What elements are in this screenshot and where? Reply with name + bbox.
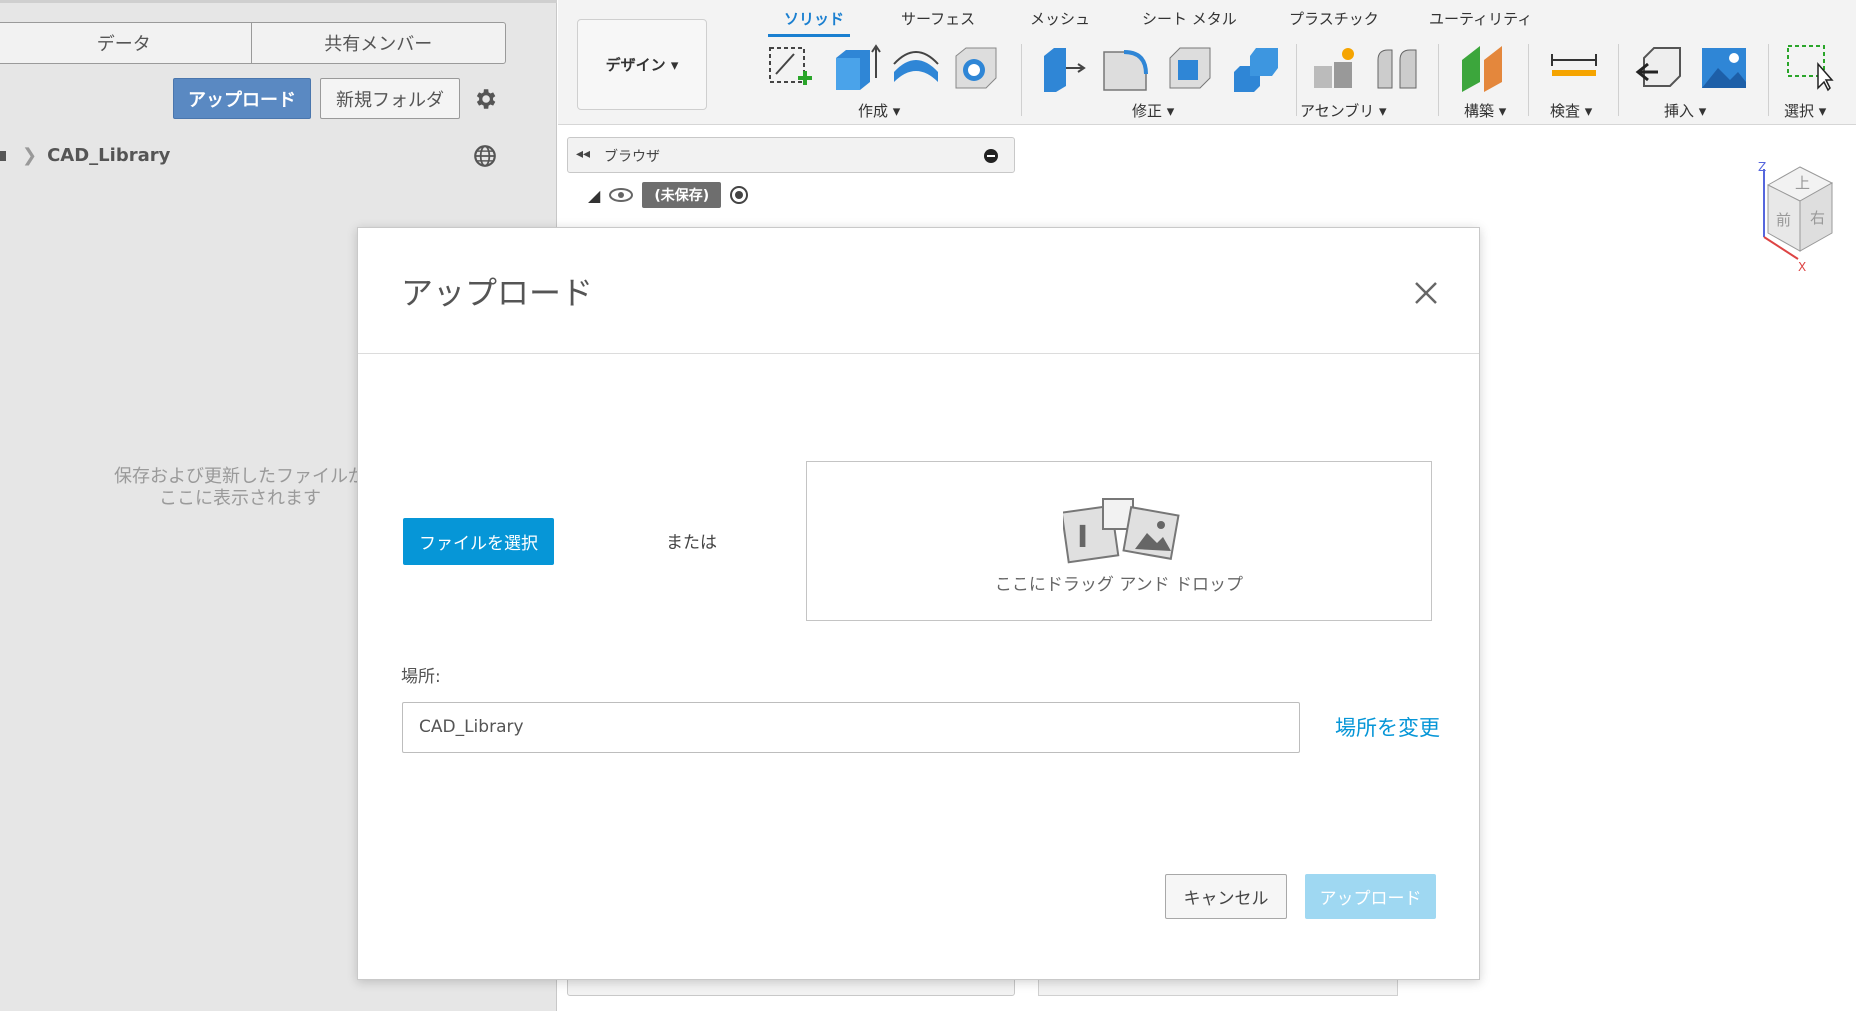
location-field: CAD_Library: [402, 702, 1300, 753]
insert-group-label[interactable]: 挿入 ▾: [1664, 100, 1706, 121]
ribbon-toolbar: デザイン ▾ ソリッド サーフェス メッシュ シート メタル プラスチック ユー…: [558, 0, 1856, 125]
create-sketch-icon[interactable]: [764, 42, 816, 94]
inspect-group-label[interactable]: 検査 ▾: [1550, 100, 1592, 121]
new-component-icon[interactable]: [1310, 42, 1362, 94]
hole-icon[interactable]: [950, 42, 1002, 94]
revolve-icon[interactable]: [890, 42, 942, 94]
globe-icon[interactable]: [472, 143, 498, 169]
data-panel-tabs: データ 共有メンバー: [0, 22, 506, 64]
modify-group-label[interactable]: 修正 ▾: [1132, 100, 1174, 121]
shell-icon[interactable]: [1164, 42, 1216, 94]
toolbar-separator: [1768, 44, 1769, 116]
tab-data[interactable]: データ: [0, 23, 251, 63]
construct-group-label[interactable]: 構築 ▾: [1464, 100, 1506, 121]
gear-icon[interactable]: [472, 86, 498, 112]
assemble-group-label[interactable]: アセンブリ ▾: [1300, 100, 1387, 121]
toolbar-separator: [1296, 44, 1297, 116]
dialog-title: アップロード: [401, 274, 594, 312]
document-node-label[interactable]: (未保存): [642, 182, 722, 208]
x-axis-label: X: [1798, 260, 1806, 274]
tab-utilities[interactable]: ユーティリティ: [1429, 8, 1532, 29]
selection-icon[interactable]: [1782, 42, 1834, 94]
tab-sheet-metal[interactable]: シート メタル: [1142, 8, 1237, 29]
new-folder-button[interactable]: 新規フォルダ: [320, 78, 460, 119]
viewcube[interactable]: 上 前 右 Z X: [1738, 155, 1848, 275]
select-file-button[interactable]: ファイルを選択: [403, 518, 554, 565]
browser-label: ブラウザ: [604, 149, 660, 165]
toolbar-separator: [1438, 44, 1439, 116]
close-icon[interactable]: [1413, 280, 1439, 306]
toolbar-separator: [1528, 44, 1529, 116]
activate-radio-icon[interactable]: [729, 185, 749, 205]
expand-triangle-icon[interactable]: ◢: [588, 186, 600, 205]
joint-icon[interactable]: [1372, 42, 1424, 94]
cancel-button[interactable]: キャンセル: [1165, 874, 1287, 919]
extrude-icon[interactable]: [830, 42, 882, 94]
active-tab-indicator: [768, 34, 850, 37]
select-group-label[interactable]: 選択 ▾: [1784, 100, 1826, 121]
viewcube-right-face[interactable]: 右: [1810, 209, 1825, 227]
breadcrumb-current-folder[interactable]: CAD_Library: [47, 145, 170, 166]
or-label: または: [666, 533, 717, 553]
location-label: 場所:: [401, 667, 441, 687]
eye-icon[interactable]: [608, 186, 634, 204]
collapse-arrows-icon[interactable]: ◂◂: [576, 146, 590, 162]
fillet-icon[interactable]: [1100, 42, 1152, 94]
breadcrumb: ❯ CAD_Library: [0, 143, 170, 167]
svg-text:I: I: [1077, 520, 1088, 555]
z-axis-label: Z: [1758, 160, 1766, 174]
combine-icon[interactable]: [1230, 42, 1282, 94]
press-pull-icon[interactable]: [1036, 42, 1088, 94]
upload-button[interactable]: アップロード: [173, 78, 311, 119]
tab-mesh[interactable]: メッシュ: [1030, 8, 1090, 29]
insert-canvas-icon[interactable]: [1698, 42, 1750, 94]
browser-panel-header[interactable]: ◂◂ ブラウザ: [567, 137, 1015, 173]
upload-dialog: アップロード ファイルを選択 または I ここにドラッグ アンド ドロップ 場所…: [357, 227, 1480, 980]
workspace-switcher-button[interactable]: デザイン ▾: [577, 19, 707, 110]
create-group-label[interactable]: 作成 ▾: [858, 100, 900, 121]
viewcube-front-face[interactable]: 前: [1776, 211, 1791, 229]
files-drop-icon: I: [1063, 498, 1180, 564]
insert-derive-icon[interactable]: [1634, 42, 1686, 94]
tab-plastic[interactable]: プラスチック: [1289, 8, 1379, 29]
change-location-link[interactable]: 場所を変更: [1335, 712, 1440, 742]
panel-top-border: [0, 0, 557, 3]
drop-hint-text: ここにドラッグ アンド ドロップ: [994, 575, 1244, 595]
tab-shared-members[interactable]: 共有メンバー: [250, 23, 506, 63]
upload-submit-button[interactable]: アップロード: [1305, 874, 1436, 919]
offset-plane-icon[interactable]: [1458, 42, 1510, 94]
dialog-divider: [358, 353, 1479, 354]
toolbar-separator: [1021, 44, 1022, 116]
home-icon[interactable]: [0, 147, 8, 163]
toolbar-separator: [1618, 44, 1619, 116]
tab-solid[interactable]: ソリッド: [784, 8, 844, 29]
measure-icon[interactable]: [1548, 42, 1600, 94]
tab-surface[interactable]: サーフェス: [901, 8, 975, 29]
minimize-icon[interactable]: [984, 149, 998, 163]
browser-root-node[interactable]: ◢ (未保存): [588, 181, 749, 209]
viewcube-top-face[interactable]: 上: [1795, 174, 1810, 192]
drag-and-drop-zone[interactable]: I ここにドラッグ アンド ドロップ: [806, 461, 1432, 621]
empty-folder-message: 保存および更新したファイルがここに表示されます: [114, 466, 366, 509]
chevron-right-icon: ❯: [22, 144, 38, 166]
